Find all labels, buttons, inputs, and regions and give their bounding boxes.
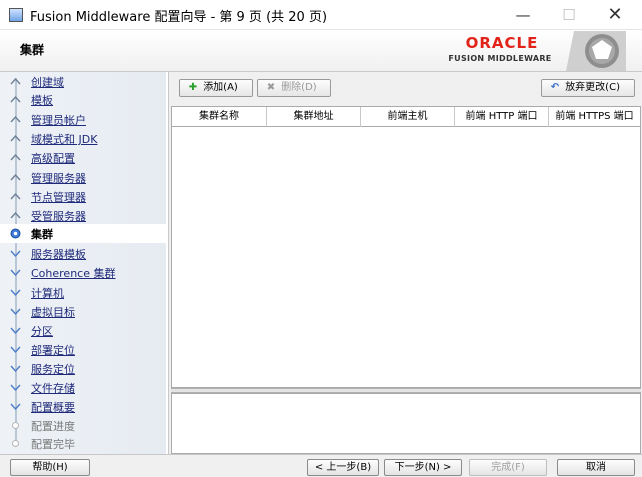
nav-step-15[interactable]: 服务定位 — [0, 359, 166, 378]
next-button[interactable]: 下一步(N) > — [384, 459, 462, 476]
nav-step-label: 文件存储 — [31, 382, 75, 395]
nav-step-14[interactable]: 部署定位 — [0, 340, 166, 359]
step-done-icon — [10, 115, 21, 123]
step-done-icon — [10, 134, 21, 142]
nav-step-label: 计算机 — [31, 287, 64, 300]
nav-step-label: 虚拟目标 — [31, 306, 75, 319]
step-done-icon — [10, 153, 21, 161]
delete-x-icon: ✖ — [266, 82, 276, 93]
step-done-icon — [10, 173, 21, 181]
step-pending-icon — [12, 440, 19, 447]
discard-button-label: 放弃更改(C) — [565, 82, 620, 93]
step-current-icon — [10, 228, 21, 239]
back-button[interactable]: < 上一步(B) — [307, 459, 379, 476]
nav-step-9[interactable]: 服务器模板 — [0, 244, 166, 263]
nav-step-1[interactable]: 模板 — [0, 90, 166, 109]
step-pending-icon — [10, 269, 21, 277]
oracle-logo: ORACLE — [465, 34, 539, 52]
step-pending-icon — [10, 346, 21, 354]
wizard-header: 集群 ORACLE FUSION MIDDLEWARE — [0, 30, 642, 72]
nav-step-label: 分区 — [31, 325, 53, 338]
step-pending-icon — [12, 422, 19, 429]
nav-step-label: 管理员帐户 — [31, 114, 86, 127]
cluster-table[interactable]: 集群名称 集群地址 前端主机 前端 HTTP 端口 前端 HTTPS 端口 — [171, 106, 641, 388]
column-header-frontend-http-port[interactable]: 前端 HTTP 端口 — [455, 107, 549, 127]
nav-step-7[interactable]: 受管服务器 — [0, 206, 166, 225]
step-pending-icon — [10, 308, 21, 316]
nav-step-label: 域模式和 JDK — [31, 133, 98, 146]
nav-step-17[interactable]: 配置概要 — [0, 397, 166, 416]
step-pending-icon — [10, 327, 21, 335]
nav-step-16[interactable]: 文件存储 — [0, 378, 166, 397]
maximize-icon[interactable]: ☐ — [546, 0, 592, 30]
column-header-frontend-https-port[interactable]: 前端 HTTPS 端口 — [549, 107, 640, 127]
nav-step-label: 节点管理器 — [31, 191, 86, 204]
nav-step-label: 高级配置 — [31, 152, 75, 165]
delete-button-label: 删除(D) — [281, 82, 317, 93]
nav-step-12[interactable]: 虚拟目标 — [0, 302, 166, 321]
nav-step-label: 受管服务器 — [31, 210, 86, 223]
product-name: FUSION MIDDLEWARE — [448, 54, 552, 63]
undo-icon: ↶ — [550, 82, 560, 93]
column-header-cluster-name[interactable]: 集群名称 — [172, 107, 267, 127]
cancel-button[interactable]: 取消 — [557, 459, 635, 476]
nav-step-4[interactable]: 高级配置 — [0, 148, 166, 167]
nav-step-label: 服务器模板 — [31, 248, 86, 261]
nav-step-label: 创建域 — [31, 76, 64, 89]
title-bar: Fusion Middleware 配置向导 - 第 9 页 (共 20 页) … — [0, 0, 642, 30]
nav-step-label: 管理服务器 — [31, 172, 86, 185]
discard-changes-button[interactable]: ↶ 放弃更改(C) — [541, 79, 635, 97]
delete-button[interactable]: ✖ 删除(D) — [257, 79, 331, 97]
app-icon — [9, 8, 23, 22]
nav-step-19: 配置完毕 — [0, 434, 166, 453]
nav-step-label: 服务定位 — [31, 363, 75, 376]
nav-step-label: 模板 — [31, 94, 53, 107]
nav-step-label: Coherence 集群 — [31, 267, 116, 280]
add-button[interactable]: ✚ 添加(A) — [179, 79, 253, 97]
nav-step-label: 集群 — [31, 228, 53, 241]
table-header: 集群名称 集群地址 前端主机 前端 HTTP 端口 前端 HTTPS 端口 — [172, 107, 640, 127]
nav-step-6[interactable]: 节点管理器 — [0, 187, 166, 206]
nav-step-11[interactable]: 计算机 — [0, 283, 166, 302]
detail-pane — [171, 393, 641, 454]
step-pending-icon — [10, 289, 21, 297]
finish-button[interactable]: 完成(F) — [469, 459, 547, 476]
nav-step-label: 配置进度 — [31, 420, 75, 433]
step-done-icon — [10, 95, 21, 103]
window-title: Fusion Middleware 配置向导 - 第 9 页 (共 20 页) — [30, 10, 328, 25]
nav-step-10[interactable]: Coherence 集群 — [0, 263, 166, 282]
cluster-panel: ✚ 添加(A) ✖ 删除(D) ↶ 放弃更改(C) 集群名称 集群地址 前端主机… — [168, 72, 642, 454]
wizard-footer: 帮助(H) < 上一步(B) 下一步(N) > 完成(F) 取消 — [0, 454, 642, 477]
nav-step-3[interactable]: 域模式和 JDK — [0, 129, 166, 148]
step-pending-icon — [10, 384, 21, 392]
nav-step-5[interactable]: 管理服务器 — [0, 168, 166, 187]
pentagon-badge-icon — [566, 31, 626, 71]
column-header-cluster-address[interactable]: 集群地址 — [267, 107, 361, 127]
wizard-steps-nav: 创建域模板管理员帐户域模式和 JDK 高级配置管理服务器节点管理器受管服务器集群服… — [0, 72, 166, 454]
nav-step-0[interactable]: 创建域 — [0, 72, 166, 91]
nav-step-label: 部署定位 — [31, 344, 75, 357]
help-button[interactable]: 帮助(H) — [10, 459, 90, 476]
nav-step-label: 配置概要 — [31, 401, 75, 414]
plus-icon: ✚ — [188, 82, 198, 93]
nav-step-8[interactable]: 集群 — [0, 224, 166, 243]
step-pending-icon — [10, 365, 21, 373]
step-done-icon — [10, 211, 21, 219]
nav-step-2[interactable]: 管理员帐户 — [0, 110, 166, 129]
step-pending-icon — [10, 250, 21, 258]
nav-step-18: 配置进度 — [0, 416, 166, 435]
step-done-icon — [10, 192, 21, 200]
nav-step-label: 配置完毕 — [31, 438, 75, 451]
minimize-icon[interactable]: — — [500, 0, 546, 30]
column-header-frontend-host[interactable]: 前端主机 — [361, 107, 455, 127]
step-pending-icon — [10, 403, 21, 411]
page-title: 集群 — [20, 43, 45, 57]
close-icon[interactable]: ✕ — [592, 0, 638, 30]
add-button-label: 添加(A) — [203, 82, 238, 93]
step-done-icon — [10, 77, 21, 85]
nav-step-13[interactable]: 分区 — [0, 321, 166, 340]
